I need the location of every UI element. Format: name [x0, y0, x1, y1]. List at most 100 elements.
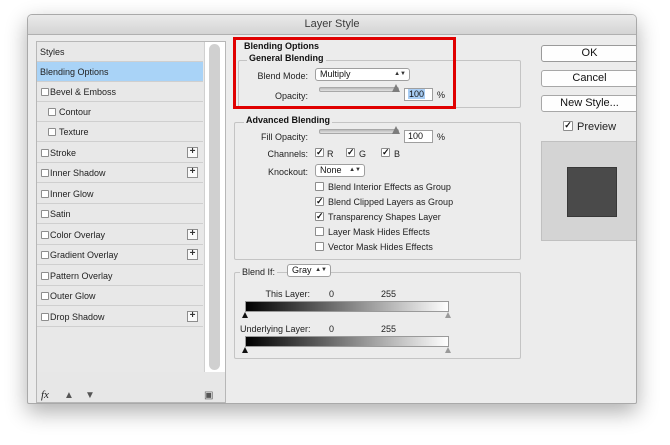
- drop-shadow-checkbox[interactable]: [41, 313, 49, 321]
- preview-panel: [541, 141, 636, 241]
- add-stroke-icon[interactable]: +: [187, 147, 198, 158]
- layer-style-dialog: Layer Style Styles Blending Options Beve…: [27, 14, 637, 404]
- sidebar-item-label: Bevel & Emboss: [50, 87, 117, 97]
- fill-opacity-input[interactable]: 100: [404, 130, 433, 143]
- knockout-label: Knockout:: [267, 167, 308, 177]
- vector-mask-hides-checkbox[interactable]: [315, 242, 324, 251]
- sidebar-item-label: Pattern Overlay: [50, 271, 113, 281]
- fill-opacity-slider-knob[interactable]: [392, 126, 400, 134]
- new-style-button[interactable]: New Style...: [541, 95, 636, 112]
- sidebar-item-drop-shadow[interactable]: Drop Shadow +: [37, 307, 203, 327]
- add-drop-shadow-icon[interactable]: +: [187, 311, 198, 322]
- outer-glow-checkbox[interactable]: [41, 292, 49, 300]
- channel-g-label: G: [359, 149, 367, 159]
- trash-icon[interactable]: ▣: [204, 390, 213, 401]
- fill-opacity-value: 100: [408, 131, 424, 141]
- updown-arrows-icon: ▲▼: [315, 267, 327, 273]
- sidebar-item-label: Gradient Overlay: [50, 250, 119, 260]
- blend-interior-label: Blend Interior Effects as Group: [328, 182, 451, 192]
- scrollbar-thumb[interactable]: [209, 44, 220, 370]
- move-up-icon[interactable]: ▲: [64, 390, 74, 401]
- sidebar-item-label: Contour: [59, 107, 92, 117]
- sidebar-footer: fx ▲ ▼ ▣: [37, 389, 225, 402]
- contour-checkbox[interactable]: [48, 108, 56, 116]
- bevel-emboss-checkbox[interactable]: [41, 88, 49, 96]
- sidebar-item-stroke[interactable]: Stroke +: [37, 143, 203, 163]
- transparency-shapes-label: Transparency Shapes Layer: [328, 212, 441, 222]
- sidebar-item-texture[interactable]: Texture: [37, 122, 203, 142]
- channel-b-label: B: [394, 149, 401, 159]
- underlying-layer-black-slider[interactable]: [242, 347, 248, 353]
- inner-glow-checkbox[interactable]: [41, 190, 49, 198]
- styles-sidebar: Styles Blending Options Bevel & Emboss C…: [36, 41, 226, 403]
- sidebar-item-color-overlay[interactable]: Color Overlay +: [37, 225, 203, 245]
- preview-checkbox[interactable]: ✓: [563, 121, 573, 131]
- sidebar-item-label: Outer Glow: [50, 291, 96, 301]
- sidebar-item-blending-options[interactable]: Blending Options: [37, 62, 203, 82]
- underlying-layer-min: 0: [329, 324, 335, 334]
- sidebar-item-label: Blending Options: [40, 67, 109, 77]
- blend-if-select[interactable]: Gray ▲▼: [287, 264, 331, 277]
- this-layer-gradient[interactable]: [245, 301, 449, 312]
- sidebar-item-label: Color Overlay: [50, 230, 106, 240]
- texture-checkbox[interactable]: [48, 128, 56, 136]
- sidebar-item-label: Texture: [59, 127, 89, 137]
- channel-r-checkbox[interactable]: ✓: [315, 148, 324, 157]
- transparency-shapes-checkbox[interactable]: ✓: [315, 212, 324, 221]
- sidebar-item-inner-glow[interactable]: Inner Glow: [37, 184, 203, 204]
- channel-r-label: R: [327, 149, 334, 159]
- fill-opacity-label: Fill Opacity:: [260, 132, 308, 142]
- preview-swatch: [567, 167, 617, 217]
- this-layer-black-slider[interactable]: [242, 312, 248, 318]
- blend-clipped-checkbox[interactable]: ✓: [315, 197, 324, 206]
- sidebar-item-label: Inner Shadow: [50, 168, 106, 178]
- channels-label: Channels:: [267, 149, 308, 159]
- layer-mask-hides-checkbox[interactable]: [315, 227, 324, 236]
- inner-shadow-checkbox[interactable]: [41, 169, 49, 177]
- styles-list: Styles Blending Options Bevel & Emboss C…: [37, 42, 203, 372]
- sidebar-item-inner-shadow[interactable]: Inner Shadow +: [37, 163, 203, 183]
- pattern-overlay-checkbox[interactable]: [41, 272, 49, 280]
- underlying-layer-white-slider[interactable]: [445, 347, 451, 353]
- gradient-overlay-checkbox[interactable]: [41, 251, 49, 259]
- preview-label: Preview: [577, 121, 617, 133]
- sidebar-item-label: Satin: [50, 209, 71, 219]
- sidebar-item-label: Inner Glow: [50, 189, 94, 199]
- sidebar-item-label: Stroke: [50, 148, 77, 158]
- add-color-overlay-icon[interactable]: +: [187, 229, 198, 240]
- blend-if-value: Gray: [292, 265, 312, 275]
- this-layer-label: This Layer:: [265, 289, 310, 299]
- sidebar-item-bevel-emboss[interactable]: Bevel & Emboss: [37, 82, 203, 102]
- underlying-layer-gradient[interactable]: [245, 336, 449, 347]
- move-down-icon[interactable]: ▼: [85, 390, 95, 401]
- fill-opacity-slider[interactable]: [319, 129, 399, 134]
- knockout-value: None: [320, 165, 342, 175]
- sidebar-scrollbar[interactable]: [204, 42, 225, 372]
- satin-checkbox[interactable]: [41, 210, 49, 218]
- this-layer-min: 0: [329, 289, 335, 299]
- this-layer-max: 255: [381, 289, 397, 299]
- sidebar-item-gradient-overlay[interactable]: Gradient Overlay +: [37, 245, 203, 265]
- sidebar-item-label: Styles: [40, 47, 65, 57]
- add-gradient-overlay-icon[interactable]: +: [187, 249, 198, 260]
- sidebar-item-outer-glow[interactable]: Outer Glow: [37, 286, 203, 306]
- advanced-blending-title: Advanced Blending: [244, 115, 333, 125]
- this-layer-white-slider[interactable]: [445, 312, 451, 318]
- add-inner-shadow-icon[interactable]: +: [187, 167, 198, 178]
- knockout-select[interactable]: None ▲▼: [315, 164, 365, 177]
- channel-b-checkbox[interactable]: ✓: [381, 148, 390, 157]
- ok-button[interactable]: OK: [541, 45, 636, 62]
- color-overlay-checkbox[interactable]: [41, 231, 49, 239]
- blend-interior-checkbox[interactable]: [315, 182, 324, 191]
- sidebar-item-contour[interactable]: Contour: [37, 102, 203, 122]
- cancel-button[interactable]: Cancel: [541, 70, 636, 87]
- sidebar-item-pattern-overlay[interactable]: Pattern Overlay: [37, 266, 203, 286]
- fx-icon[interactable]: fx: [41, 389, 49, 401]
- blend-clipped-label: Blend Clipped Layers as Group: [328, 197, 454, 207]
- sidebar-item-label: Drop Shadow: [50, 312, 105, 322]
- underlying-layer-label: Underlying Layer:: [240, 324, 311, 334]
- stroke-checkbox[interactable]: [41, 149, 49, 157]
- sidebar-item-styles[interactable]: Styles: [37, 42, 203, 62]
- sidebar-item-satin[interactable]: Satin: [37, 204, 203, 224]
- channel-g-checkbox[interactable]: ✓: [346, 148, 355, 157]
